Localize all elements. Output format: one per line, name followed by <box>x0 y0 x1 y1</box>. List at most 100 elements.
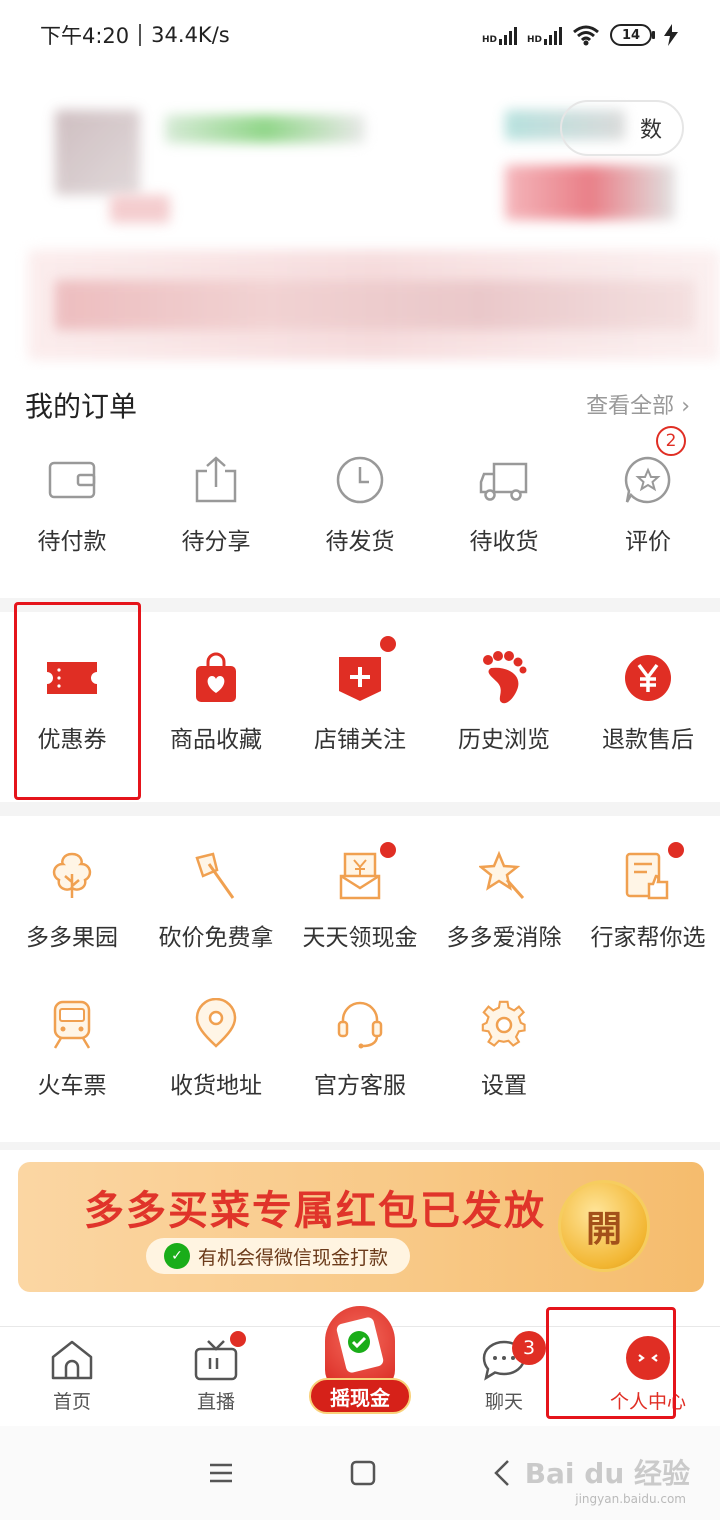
open-coin-button[interactable]: 開 <box>558 1180 650 1272</box>
battery-icon: 14 <box>610 24 655 46</box>
home-icon <box>51 1340 93 1380</box>
open-coin-label: 開 <box>585 1209 622 1250</box>
service-history-label: 历史浏览 <box>458 727 550 753</box>
order-pending-receive-label: 待收货 <box>469 529 539 555</box>
tool-orchard-label: 多多果园 <box>26 925 118 951</box>
shake-cash-button[interactable]: 摇现金 <box>305 1302 415 1420</box>
store-follow-icon <box>339 657 381 701</box>
charging-icon <box>664 24 678 46</box>
signal-2-icon: HD <box>527 25 562 45</box>
tool-daily-cash[interactable]: 天天领现金 <box>288 842 432 952</box>
train-icon <box>53 1000 91 1049</box>
service-favorites[interactable]: 商品收藏 <box>144 628 288 800</box>
clock-icon <box>336 456 384 504</box>
order-pending-ship-label: 待发货 <box>325 529 395 555</box>
count-pill-label: 数 <box>639 118 662 143</box>
home-square-icon[interactable] <box>350 1460 376 1486</box>
tool-expert-pick[interactable]: 行家帮你选 <box>576 842 720 952</box>
cash-icon <box>339 852 381 900</box>
tool-orchard[interactable]: 多多果园 <box>0 848 144 952</box>
tool-address-label: 收货地址 <box>170 1073 262 1099</box>
gear-icon <box>481 1000 526 1047</box>
watermark-url: jingyan.baidu.com <box>575 1492 686 1506</box>
count-pill-button[interactable]: 数 <box>560 100 684 156</box>
tools-row-1: 多多果园 砍价免费拿 天天领现金 多多爱消除 行家帮你选 <box>0 842 720 952</box>
service-store-follow[interactable]: 店铺关注 <box>288 628 432 800</box>
order-review-label: 评价 <box>625 529 671 555</box>
wifi-icon <box>573 25 599 46</box>
thumbs-up-doc-icon <box>625 852 669 900</box>
wallet-icon <box>48 461 96 499</box>
section-divider <box>0 1142 720 1150</box>
tool-customer-service[interactable]: 官方客服 <box>288 996 432 1100</box>
watermark-logo: Bai du 经验 <box>524 1457 690 1490</box>
yuan-refund-icon <box>625 655 671 701</box>
red-packet-banner[interactable]: 多多买菜专属红包已发放 ✓ 有机会得微信现金打款 開 <box>18 1162 704 1292</box>
order-pending-payment-label: 待付款 <box>37 529 107 555</box>
star-comment-icon <box>624 456 671 504</box>
chat-count-badge: 3 <box>512 1331 546 1365</box>
tool-daily-cash-label: 天天领现金 <box>302 925 418 951</box>
status-net-speed: 34.4K/s <box>151 23 230 47</box>
coupon-highlight-box <box>14 602 141 800</box>
status-time: 下午4:20 <box>40 24 130 48</box>
live-dot-badge <box>230 1331 246 1347</box>
order-review[interactable]: 2 评价 <box>576 426 720 556</box>
star-wand-icon <box>479 850 525 899</box>
tree-icon <box>52 852 92 898</box>
tab-chat-label: 聊天 <box>484 1391 523 1413</box>
headset-icon <box>337 1001 383 1049</box>
tool-settings-label: 设置 <box>481 1073 527 1099</box>
orders-view-all-label: 查看全部 <box>586 394 675 419</box>
tab-live[interactable]: 直播 <box>144 1327 288 1426</box>
footprint-icon <box>483 651 527 704</box>
daily-cash-dot-badge <box>380 842 396 858</box>
tool-train-ticket[interactable]: 火车票 <box>0 996 144 1100</box>
blurred-user-info <box>110 195 170 223</box>
expert-pick-dot-badge <box>668 842 684 858</box>
orders-title: 我的订单 <box>25 390 138 423</box>
profile-highlight-box <box>546 1307 676 1419</box>
order-pending-receive[interactable]: 待收货 <box>432 452 576 556</box>
tool-train-ticket-label: 火车票 <box>37 1073 107 1099</box>
tool-match-game[interactable]: 多多爱消除 <box>432 848 576 952</box>
signal-1-icon: HD <box>482 25 517 45</box>
service-favorites-label: 商品收藏 <box>170 727 262 753</box>
tool-address[interactable]: 收货地址 <box>144 996 288 1100</box>
tools-row-2: 火车票 收货地址 官方客服 设置 <box>0 996 720 1100</box>
signal-2-hd: HD <box>526 35 542 45</box>
order-pending-ship[interactable]: 待发货 <box>288 452 432 556</box>
share-icon <box>195 456 237 503</box>
banner-title: 多多买菜专属红包已发放 <box>84 1188 546 1234</box>
service-store-follow-label: 店铺关注 <box>314 727 406 753</box>
tool-bargain[interactable]: 砍价免费拿 <box>144 848 288 952</box>
wechat-icon: ✓ <box>164 1243 190 1269</box>
service-refund-label: 退款售后 <box>602 727 694 753</box>
favorite-bag-icon <box>196 652 236 702</box>
orders-view-all-link[interactable]: 查看全部 › <box>586 388 690 420</box>
order-pending-payment[interactable]: 待付款 <box>0 452 144 556</box>
tab-home-label: 首页 <box>52 1391 91 1413</box>
menu-icon[interactable] <box>208 1462 234 1484</box>
section-divider <box>0 802 720 816</box>
tool-expert-pick-label: 行家帮你选 <box>590 925 706 951</box>
battery-level: 14 <box>621 27 641 43</box>
banner-subtitle: 有机会得微信现金打款 <box>198 1246 389 1269</box>
blurred-avatar <box>55 110 140 195</box>
blurred-username <box>165 115 365 143</box>
tab-home[interactable]: 首页 <box>0 1327 144 1426</box>
service-history[interactable]: 历史浏览 <box>432 628 576 800</box>
blurred-banner-text <box>55 280 695 330</box>
truck-icon <box>479 462 528 501</box>
tool-settings[interactable]: 设置 <box>432 996 576 1100</box>
review-count-badge: 2 <box>656 426 686 456</box>
tool-bargain-label: 砍价免费拿 <box>158 925 274 951</box>
order-pending-share-label: 待分享 <box>181 529 251 555</box>
tab-live-label: 直播 <box>196 1391 235 1413</box>
shake-cash-label: 摇现金 <box>309 1378 411 1414</box>
order-pending-share[interactable]: 待分享 <box>144 452 288 556</box>
service-refund[interactable]: 退款售后 <box>576 628 720 800</box>
back-icon[interactable] <box>492 1459 512 1487</box>
store-follow-dot-badge <box>380 636 396 652</box>
wechat-pay-icon <box>336 1317 384 1373</box>
